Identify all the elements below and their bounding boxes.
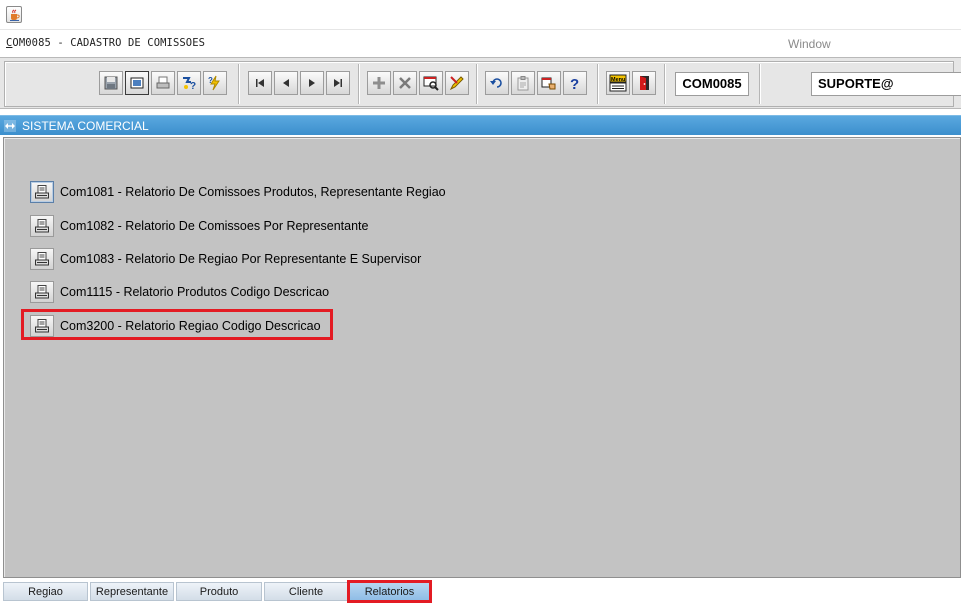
expand-arrows-icon[interactable]: [4, 120, 16, 132]
report-print-icon[interactable]: [30, 181, 54, 203]
report-label: Com1081 - Relatorio De Comissoes Produto…: [60, 185, 446, 199]
exit-door-icon[interactable]: [632, 71, 656, 95]
clipboard-icon[interactable]: [511, 71, 535, 95]
svg-text:Menu: Menu: [611, 77, 625, 83]
form-title: COM0085 - CADASTRO DE COMISSOES: [6, 37, 206, 49]
screen-icon[interactable]: [125, 71, 149, 95]
hand-point-icon[interactable]: [537, 71, 561, 95]
report-label: Com1115 - Relatorio Produtos Codigo Desc…: [60, 285, 330, 299]
toolbar-separator: [238, 64, 239, 104]
lightning-query-icon[interactable]: ?: [203, 71, 227, 95]
delete-record-icon[interactable]: [393, 71, 417, 95]
tab-representante[interactable]: Representante: [90, 582, 174, 601]
report-print-icon[interactable]: [30, 215, 54, 237]
toolbar-separator: [476, 64, 477, 104]
toolbar-group-file: ? ?: [99, 71, 227, 97]
report-label: Com1082 - Relatorio De Comissoes Por Rep…: [60, 219, 369, 233]
system-title-bar: SISTEMA COMERCIAL: [0, 115, 961, 135]
menu-line: COM0085 - CADASTRO DE COMISSOES Window: [0, 31, 961, 55]
report-print-icon[interactable]: [30, 281, 54, 303]
reports-panel: Com1081 - Relatorio De Comissoes Produto…: [3, 137, 961, 578]
tab-bar: Regiao Representante Produto Cliente Rel…: [3, 580, 961, 603]
toolbar-separator: [597, 64, 598, 104]
question-icon[interactable]: ?: [563, 71, 587, 95]
save-icon[interactable]: [99, 71, 123, 95]
search-record-icon[interactable]: [419, 71, 443, 95]
toolbar-separator: [358, 64, 359, 104]
next-record-icon[interactable]: [300, 71, 324, 95]
report-item-com1081[interactable]: Com1081 - Relatorio De Comissoes Produto…: [30, 180, 446, 204]
report-item-com1115[interactable]: Com1115 - Relatorio Produtos Codigo Desc…: [30, 280, 329, 304]
report-print-icon[interactable]: [30, 248, 54, 270]
help-query-icon[interactable]: ?: [177, 71, 201, 95]
form-code-field: COM0085: [675, 72, 749, 96]
menu-icon[interactable]: Menu: [606, 71, 630, 95]
tab-regiao[interactable]: Regiao: [3, 582, 88, 601]
title-strip: [0, 0, 961, 30]
java-cup-icon[interactable]: [6, 6, 22, 23]
first-record-icon[interactable]: [248, 71, 272, 95]
window-menu[interactable]: Window: [788, 37, 831, 51]
tab-produto[interactable]: Produto: [176, 582, 262, 601]
system-title: SISTEMA COMERCIAL: [22, 119, 149, 133]
toolbar-group-navigation-menu: Menu: [606, 71, 656, 97]
report-label: Com1083 - Relatorio De Regiao Por Repres…: [60, 252, 422, 266]
edit-record-icon[interactable]: [445, 71, 469, 95]
application-window: COM0085 - CADASTRO DE COMISSOES Window ?…: [0, 0, 961, 603]
toolbar-group-navigation: [248, 71, 350, 97]
report-item-com1083[interactable]: Com1083 - Relatorio De Regiao Por Repres…: [30, 247, 421, 271]
toolbar-group-actions: ?: [485, 71, 587, 97]
last-record-icon[interactable]: [326, 71, 350, 95]
print-icon[interactable]: [151, 71, 175, 95]
insert-record-icon[interactable]: [367, 71, 391, 95]
svg-text:?: ?: [190, 81, 196, 91]
toolbar-separator: [759, 64, 760, 104]
tab-relatorios[interactable]: Relatorios: [347, 580, 432, 603]
prev-record-icon[interactable]: [274, 71, 298, 95]
undo-icon[interactable]: [485, 71, 509, 95]
toolbar-separator: [664, 64, 665, 104]
user-field: SUPORTE@: [811, 72, 961, 96]
svg-text:?: ?: [208, 76, 213, 85]
toolbar: ? ? ? Menu COM0085 SUPORTE@: [0, 57, 961, 109]
report-item-com1082[interactable]: Com1082 - Relatorio De Comissoes Por Rep…: [30, 214, 368, 238]
toolbar-group-records: [367, 71, 469, 97]
tab-cliente[interactable]: Cliente: [264, 582, 348, 601]
svg-text:?: ?: [570, 76, 579, 91]
highlight-box: [21, 309, 333, 340]
